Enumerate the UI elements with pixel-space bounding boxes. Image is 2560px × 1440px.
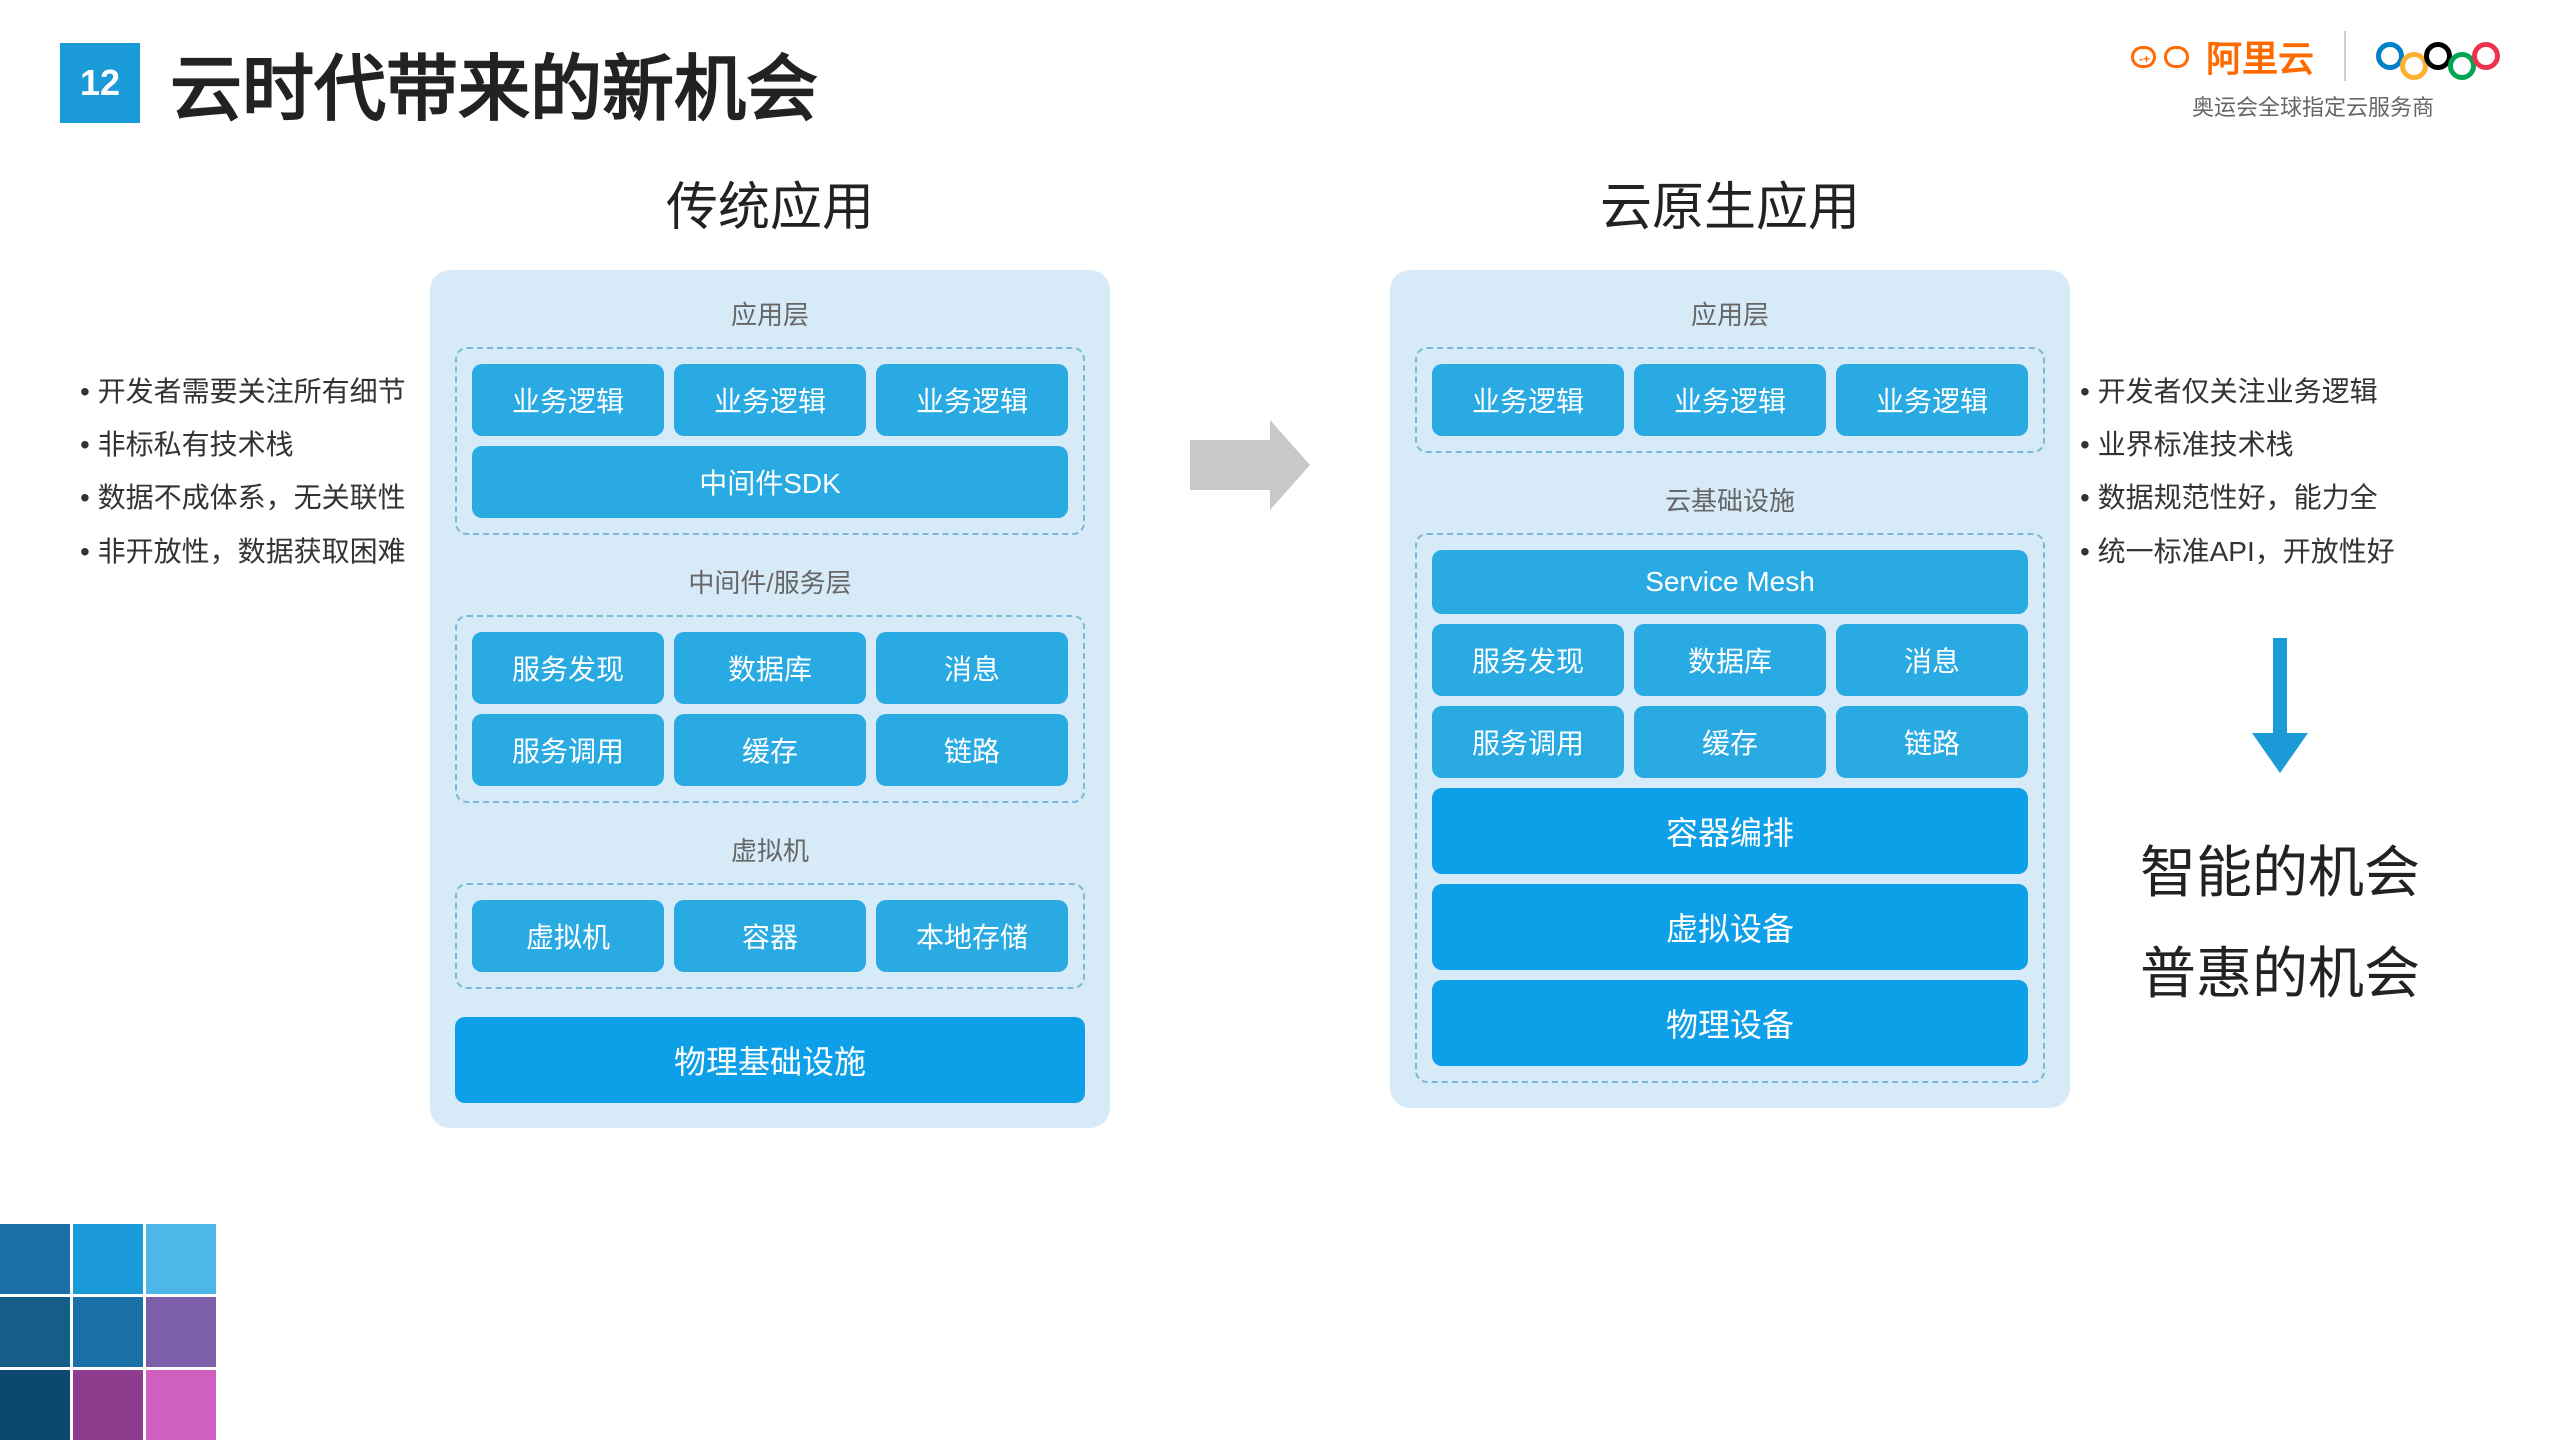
trad-container: 容器 (674, 900, 866, 972)
trad-middleware-layer-label: 中间件/服务层 (455, 563, 1085, 600)
trad-mid-row2: 服务调用 缓存 链路 (472, 714, 1068, 786)
right-arrow-icon (1190, 415, 1310, 515)
trad-app-layer-label: 应用层 (455, 295, 1085, 332)
cloud-message: 消息 (1836, 624, 2028, 696)
trad-local-storage: 本地存储 (876, 900, 1068, 972)
olympics-rings (2376, 32, 2500, 80)
cloud-biz-logic-1: 业务逻辑 (1432, 364, 1624, 436)
cloud-mid-row2: 服务调用 缓存 链路 (1432, 706, 2028, 778)
trad-biz-logic-1: 业务逻辑 (472, 364, 664, 436)
trad-cache: 缓存 (674, 714, 866, 786)
cloud-cache: 缓存 (1634, 706, 1826, 778)
trad-physical-infra: 物理基础设施 (455, 1017, 1085, 1103)
trad-vm-row: 虚拟机 容器 本地存储 (472, 900, 1068, 972)
opportunity-inclusive: 普惠的机会 (2080, 929, 2480, 1010)
cloud-infra-box: Service Mesh 服务发现 数据库 消息 服务调用 缓存 链路 (1415, 533, 2045, 1083)
cloud-native-title: 云原生应用 (1600, 165, 1860, 240)
trad-service-discovery: 服务发现 (472, 632, 664, 704)
trad-biz-logic-3: 业务逻辑 (876, 364, 1068, 436)
cloud-container-orch-row: 容器编排 (1432, 788, 2028, 874)
right-bullet-3: 数据规范性好，能力全 (2080, 471, 2480, 524)
cloud-service-mesh-row: Service Mesh (1432, 550, 2028, 614)
left-bullet-3: 数据不成体系，无关联性 (80, 471, 420, 524)
cloud-biz-logic-3: 业务逻辑 (1836, 364, 2028, 436)
cloud-link: 链路 (1836, 706, 2028, 778)
cloud-service-discovery: 服务发现 (1432, 624, 1624, 696)
cloud-service-call: 服务调用 (1432, 706, 1624, 778)
diagrams-row: 传统应用 应用层 业务逻辑 业务逻辑 业务逻辑 中间件SDK (420, 165, 2080, 1128)
traditional-diagram-box: 应用层 业务逻辑 业务逻辑 业务逻辑 中间件SDK 中间件/服务层 (430, 270, 1110, 1128)
right-panel: 开发者仅关注业务逻辑 业界标准技术栈 数据规范性好，能力全 统一标准API，开放… (2080, 165, 2480, 1010)
logo-subtitle: 奥运会全球指定云服务商 (2192, 90, 2434, 122)
opportunity-smart: 智能的机会 (2080, 828, 2480, 909)
cloud-virtual-device-row: 虚拟设备 (1432, 884, 2028, 970)
aliyun-logo: -+ 阿里云 (2126, 30, 2314, 82)
traditional-app-section: 传统应用 应用层 业务逻辑 业务逻辑 业务逻辑 中间件SDK (430, 165, 1110, 1128)
diagrams-area: 传统应用 应用层 业务逻辑 业务逻辑 业务逻辑 中间件SDK (420, 165, 2080, 1128)
cloud-app-layer-label: 应用层 (1415, 295, 2045, 332)
left-bullets: 开发者需要关注所有细节 非标私有技术栈 数据不成体系，无关联性 非开放性，数据获… (80, 165, 420, 578)
left-bullet-2: 非标私有技术栈 (80, 418, 420, 471)
cloud-native-diagram-box: 应用层 业务逻辑 业务逻辑 业务逻辑 云基础设施 S (1390, 270, 2070, 1108)
trad-biz-logic-row: 业务逻辑 业务逻辑 业务逻辑 (472, 364, 1068, 436)
cloud-virtual-device: 虚拟设备 (1432, 884, 2028, 970)
right-bullet-1: 开发者仅关注业务逻辑 (2080, 365, 2480, 418)
trad-middleware-sdk: 中间件SDK (472, 446, 1068, 518)
cloud-container-orchestration: 容器编排 (1432, 788, 2028, 874)
main-content: 开发者需要关注所有细节 非标私有技术栈 数据不成体系，无关联性 非开放性，数据获… (0, 145, 2560, 1425)
cloud-physical-device: 物理设备 (1432, 980, 2028, 1066)
slide-number: 12 (60, 43, 140, 123)
trad-vm: 虚拟机 (472, 900, 664, 972)
aliyun-icon: -+ (2126, 31, 2196, 81)
arrow-container (1170, 165, 1330, 515)
trad-middleware-box: 服务发现 数据库 消息 服务调用 缓存 链路 (455, 615, 1085, 803)
cloud-physical-device-row: 物理设备 (1432, 980, 2028, 1066)
cloud-service-mesh: Service Mesh (1432, 550, 2028, 614)
trad-middleware-sdk-row: 中间件SDK (472, 446, 1068, 518)
trad-app-layer-box: 业务逻辑 业务逻辑 业务逻辑 中间件SDK (455, 347, 1085, 535)
right-bullet-4: 统一标准API，开放性好 (2080, 525, 2480, 578)
header: 12 云时代带来的新机会 -+ 阿里云 (0, 0, 2560, 145)
cloud-mid-row1: 服务发现 数据库 消息 (1432, 624, 2028, 696)
svg-text:-+: -+ (2139, 52, 2150, 66)
logo-area: -+ 阿里云 奥运会全球指定云服务商 (2126, 30, 2500, 122)
trad-vm-layer-label: 虚拟机 (455, 831, 1085, 868)
traditional-title: 传统应用 (666, 165, 874, 240)
bottom-left-decoration (0, 1224, 289, 1440)
cloud-infra-label: 云基础设施 (1415, 481, 2045, 518)
left-bullet-1: 开发者需要关注所有细节 (80, 365, 420, 418)
left-bullet-4: 非开放性，数据获取困难 (80, 525, 420, 578)
cloud-biz-logic-row: 业务逻辑 业务逻辑 业务逻辑 (1432, 364, 2028, 436)
trad-message: 消息 (876, 632, 1068, 704)
trad-link: 链路 (876, 714, 1068, 786)
cloud-native-section: 云原生应用 应用层 业务逻辑 业务逻辑 业务逻辑 云基础设施 (1390, 165, 2070, 1108)
trad-service-call: 服务调用 (472, 714, 664, 786)
cloud-app-layer-box: 业务逻辑 业务逻辑 业务逻辑 (1415, 347, 2045, 453)
aliyun-text: 阿里云 (2206, 30, 2314, 82)
right-bullets: 开发者仅关注业务逻辑 业界标准技术栈 数据规范性好，能力全 统一标准API，开放… (2080, 165, 2480, 578)
cloud-database: 数据库 (1634, 624, 1826, 696)
trad-database: 数据库 (674, 632, 866, 704)
trad-vm-box: 虚拟机 容器 本地存储 (455, 883, 1085, 989)
right-bullet-2: 业界标准技术栈 (2080, 418, 2480, 471)
cloud-biz-logic-2: 业务逻辑 (1634, 364, 1826, 436)
trad-mid-row1: 服务发现 数据库 消息 (472, 632, 1068, 704)
trad-biz-logic-2: 业务逻辑 (674, 364, 866, 436)
page-title: 云时代带来的新机会 (170, 30, 818, 135)
